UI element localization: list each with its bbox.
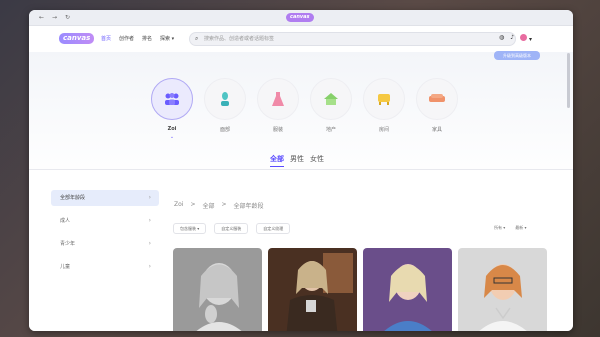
category-face[interactable]: 面部 bbox=[203, 78, 247, 140]
chevron-right-icon: › bbox=[148, 263, 151, 270]
category-zoi[interactable]: Zoi ⌄ bbox=[150, 78, 194, 140]
category-clothing[interactable]: 服装 bbox=[256, 78, 300, 140]
nav-home[interactable]: 首页 bbox=[101, 35, 111, 42]
upgrade-button[interactable]: 升级到高级版本 bbox=[494, 51, 540, 60]
result-card-4[interactable] bbox=[458, 248, 547, 331]
sidebar-item-teen[interactable]: 青少年 › bbox=[51, 236, 159, 252]
nav-explore[interactable]: 探索 ▾ bbox=[160, 35, 174, 42]
category-label: 家具 bbox=[431, 127, 442, 133]
sidebar-item-child[interactable]: 儿童 › bbox=[51, 259, 159, 275]
browser-tab[interactable]: canvas bbox=[286, 13, 314, 22]
search-placeholder: 搜索作品、创造者或者话题标签 bbox=[204, 36, 275, 42]
scrollbar[interactable] bbox=[567, 53, 570, 108]
dress-icon bbox=[257, 78, 299, 120]
forward-icon[interactable]: → bbox=[50, 13, 59, 22]
breadcrumb-all-ages: 全部年龄段 bbox=[233, 203, 264, 210]
bell-icon[interactable]: ♪ bbox=[510, 34, 514, 43]
chevron-right-icon: › bbox=[148, 217, 151, 224]
browser-window: ← → ↻ canvas canvas 首页 创作者 排名 探索 ▾ ⌕ 搜索作… bbox=[29, 10, 573, 331]
browser-toolbar: ← → ↻ canvas bbox=[29, 10, 573, 26]
sidebar-item-adult[interactable]: 成人 › bbox=[51, 213, 159, 229]
sidebar-item-label: 全部年龄段 bbox=[60, 195, 86, 201]
nav-creators[interactable]: 创作者 bbox=[119, 35, 134, 42]
category-furniture[interactable]: 家具 bbox=[415, 78, 459, 140]
tab-female[interactable]: 女性 bbox=[310, 154, 324, 167]
tab-all[interactable]: 全部 bbox=[270, 154, 284, 167]
category-label: Zoi bbox=[167, 126, 177, 132]
filter-include-clothing[interactable]: 包含服装 ▾ bbox=[173, 223, 207, 234]
couch-icon bbox=[416, 78, 458, 120]
category-row: Zoi ⌄ 面部 服装 地产 房间 家具 bbox=[150, 78, 459, 140]
sidebar-item-all-ages[interactable]: 全部年龄段 › bbox=[51, 190, 159, 206]
category-label: 服装 bbox=[272, 127, 283, 133]
search-input[interactable]: ⌕ 搜索作品、创造者或者话题标签 bbox=[189, 32, 516, 46]
sidebar-item-label: 儿童 bbox=[60, 264, 71, 270]
nav-ranking[interactable]: 排名 bbox=[142, 35, 152, 42]
filter-row: 包含服装 ▾ 自定义服装 自定义纹理 bbox=[173, 223, 291, 234]
header-icons: ◍ ♪ ▾ bbox=[499, 34, 532, 43]
category-label: 房间 bbox=[378, 127, 389, 133]
filter-custom-clothing[interactable]: 自定义服装 bbox=[214, 223, 249, 234]
breadcrumb-separator: > bbox=[221, 201, 227, 208]
house-icon bbox=[310, 78, 352, 120]
breadcrumb-all[interactable]: 全部 bbox=[202, 201, 214, 210]
top-nav: 首页 创作者 排名 探索 ▾ bbox=[101, 35, 174, 42]
bust-icon bbox=[204, 78, 246, 120]
sidebar-item-label: 青少年 bbox=[60, 241, 76, 247]
sort-latest[interactable]: 最新 ▾ bbox=[515, 225, 526, 231]
gender-tabs: 全部 男性 女性 bbox=[270, 154, 324, 167]
sofa-icon bbox=[363, 78, 405, 120]
people-icon bbox=[151, 78, 193, 120]
chevron-right-icon: › bbox=[148, 194, 151, 201]
filter-custom-texture[interactable]: 自定义纹理 bbox=[256, 223, 291, 234]
tab-male[interactable]: 男性 bbox=[290, 154, 304, 167]
category-room[interactable]: 房间 bbox=[362, 78, 406, 140]
breadcrumb: Zoi > 全部 > 全部年龄段 bbox=[174, 201, 264, 210]
avatar[interactable]: ▾ bbox=[520, 34, 532, 43]
sidebar-item-label: 成人 bbox=[60, 218, 71, 224]
refresh-icon[interactable]: ↻ bbox=[63, 13, 72, 22]
sort-all[interactable]: 所有 ▾ bbox=[494, 225, 505, 231]
category-label: 地产 bbox=[325, 127, 336, 133]
site-logo[interactable]: canvas bbox=[59, 33, 95, 44]
sort-controls: 所有 ▾ 最新 ▾ bbox=[494, 225, 527, 231]
chevron-down-icon: ⌄ bbox=[169, 134, 175, 140]
result-card-1[interactable] bbox=[173, 248, 262, 331]
age-sidebar: 全部年龄段 › 成人 › 青少年 › 儿童 › bbox=[51, 190, 159, 282]
globe-icon[interactable]: ◍ bbox=[499, 34, 504, 43]
result-card-3[interactable] bbox=[363, 248, 452, 331]
breadcrumb-separator: > bbox=[190, 201, 196, 208]
result-card-2[interactable] bbox=[268, 248, 357, 331]
chevron-right-icon: › bbox=[148, 240, 151, 247]
category-estate[interactable]: 地产 bbox=[309, 78, 353, 140]
site-header: canvas 首页 创作者 排名 探索 ▾ ⌕ 搜索作品、创造者或者话题标签 ◍… bbox=[29, 26, 573, 52]
content-area: 全部年龄段 › 成人 › 青少年 › 儿童 › Zoi > 全部 > 全部年龄段 bbox=[29, 170, 573, 331]
breadcrumb-zoi[interactable]: Zoi bbox=[174, 201, 183, 210]
back-icon[interactable]: ← bbox=[37, 13, 46, 22]
search-icon: ⌕ bbox=[195, 35, 199, 42]
result-grid bbox=[173, 248, 547, 331]
category-label: 面部 bbox=[219, 127, 230, 133]
